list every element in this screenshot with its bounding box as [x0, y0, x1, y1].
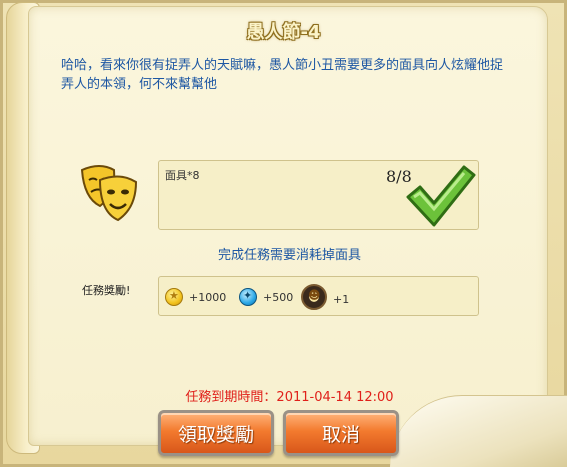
requirement-label: 面具*8: [165, 169, 200, 182]
reward-box: +1000 +500 +1: [158, 276, 479, 316]
cancel-button[interactable]: 取消: [283, 410, 399, 456]
checkmark-icon: [406, 165, 476, 227]
coin-icon: [165, 288, 183, 306]
mask-icon: [80, 165, 138, 222]
reward-label: 任務獎勵!: [82, 284, 131, 297]
reward-value: +1: [333, 292, 350, 306]
medal-icon: [301, 284, 327, 310]
reward-item-coins: +1000: [165, 288, 226, 306]
reward-value: +1000: [189, 290, 227, 304]
gem-icon: [239, 288, 257, 306]
requirement-box: 面具*8 8/8: [158, 160, 479, 230]
reward-item-gems: +500: [239, 288, 293, 306]
reward-item-medal: +1: [301, 284, 350, 310]
quest-description: 哈哈，看來你很有捉弄人的天賦嘛，愚人節小丑需要更多的面具向人炫耀他捉弄人的本領，…: [61, 58, 504, 92]
reward-value: +500: [263, 290, 294, 304]
dialog-title: 愚人節-4: [246, 22, 321, 43]
consume-note: 完成任務需要消耗掉面具: [217, 248, 361, 263]
claim-reward-button[interactable]: 領取獎勵: [158, 410, 274, 456]
